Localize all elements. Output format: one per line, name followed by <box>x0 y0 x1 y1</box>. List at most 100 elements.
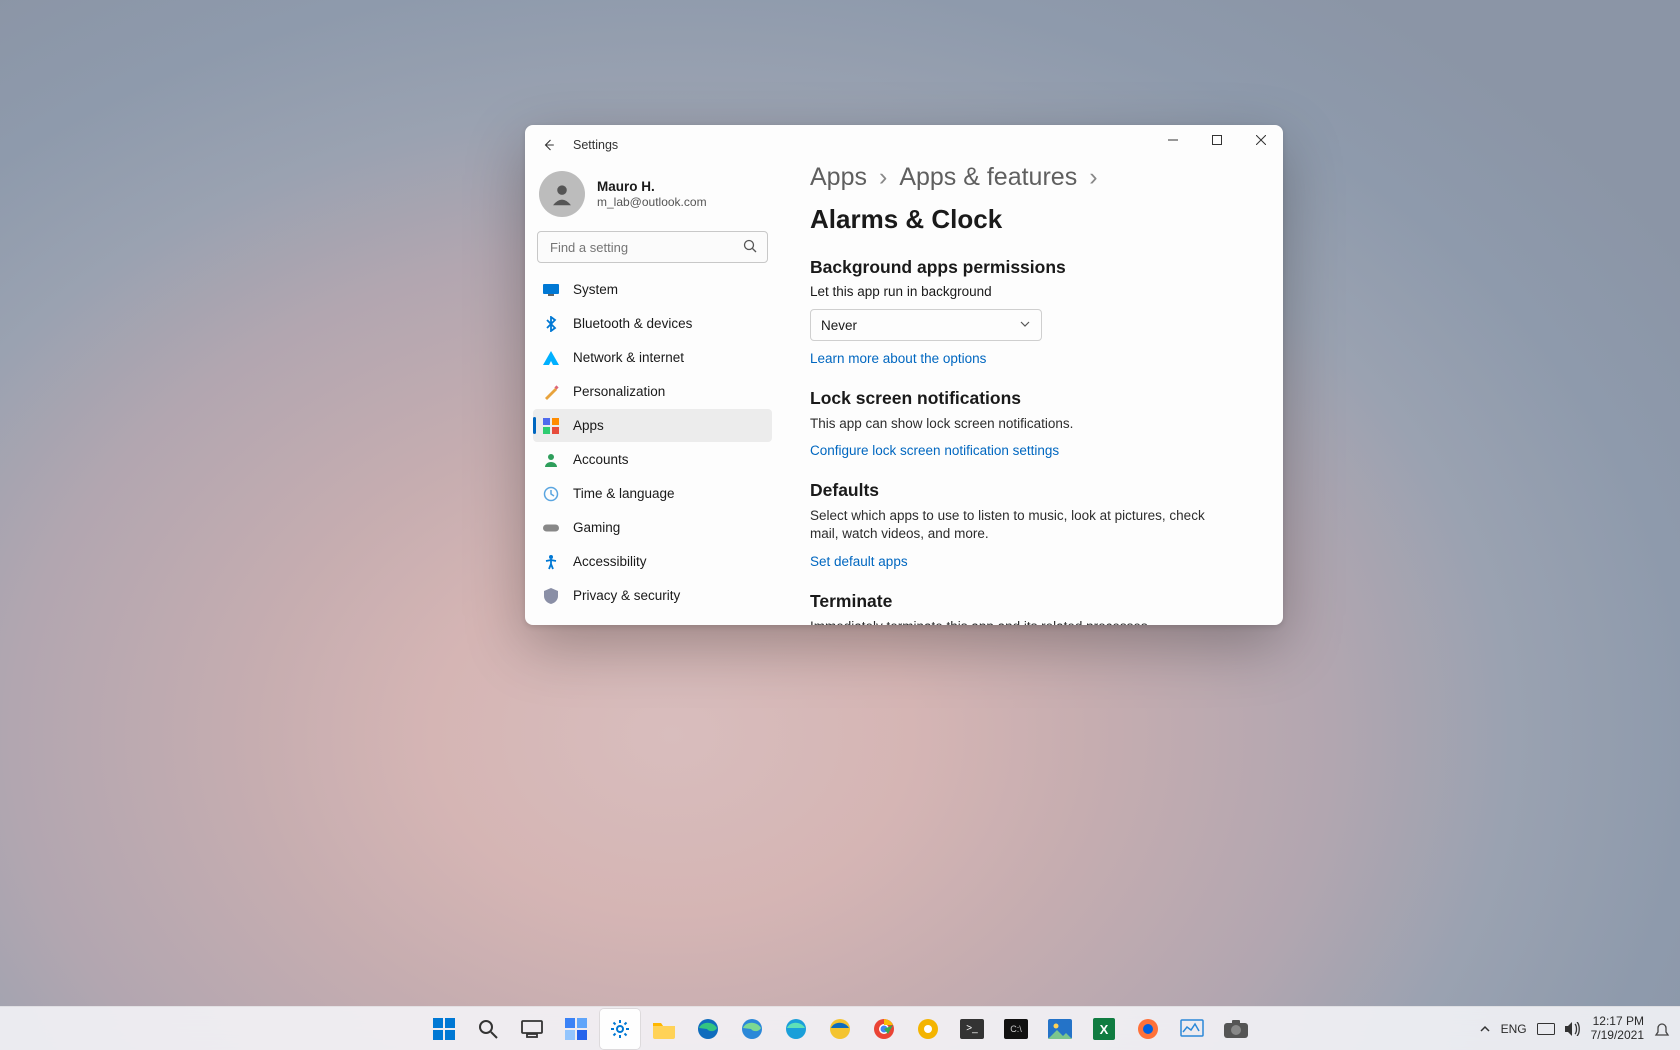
search-box <box>537 231 768 263</box>
tray-keyboard-icon[interactable] <box>1537 1023 1555 1035</box>
tray-chevron-up-icon[interactable] <box>1479 1023 1491 1035</box>
desc-terminate: Immediately terminate this app and its r… <box>810 618 1253 625</box>
camera-icon <box>1223 1016 1249 1042</box>
nav-item-personalization[interactable]: Personalization <box>533 375 772 408</box>
maximize-button[interactable] <box>1195 125 1239 155</box>
dropdown-value: Never <box>821 318 857 333</box>
back-arrow-icon <box>541 137 557 153</box>
nav-label: System <box>573 282 618 297</box>
task-view-button[interactable] <box>512 1009 552 1049</box>
search-icon <box>475 1016 501 1042</box>
nav-label: Bluetooth & devices <box>573 316 692 331</box>
nav-item-accessibility[interactable]: Accessibility <box>533 545 772 578</box>
sidebar: Mauro H. m_lab@outlook.com System Blueto… <box>525 165 780 625</box>
chevron-right-icon: › <box>1089 165 1097 192</box>
search-input[interactable] <box>537 231 768 263</box>
breadcrumb-level2[interactable]: Apps & features <box>899 165 1077 192</box>
system-icon <box>543 282 559 298</box>
heading-defaults: Defaults <box>810 480 1253 501</box>
profile-block[interactable]: Mauro H. m_lab@outlook.com <box>533 171 772 225</box>
dropdown-run-in-background[interactable]: Never <box>810 309 1042 341</box>
minimize-button[interactable] <box>1151 125 1195 155</box>
nav-label: Personalization <box>573 384 665 399</box>
window-title: Settings <box>573 138 618 152</box>
nav-item-system[interactable]: System <box>533 273 772 306</box>
tray-notifications-icon[interactable] <box>1654 1021 1670 1037</box>
nav-item-bluetooth[interactable]: Bluetooth & devices <box>533 307 772 340</box>
system-tray: ENG 12:17 PM 7/19/2021 <box>1479 1007 1674 1050</box>
widgets-icon <box>563 1016 589 1042</box>
link-set-default-apps[interactable]: Set default apps <box>810 554 908 569</box>
close-icon <box>1256 135 1266 145</box>
taskbar-app-photos[interactable] <box>1040 1009 1080 1049</box>
tray-volume-icon[interactable] <box>1565 1022 1581 1036</box>
nav-label: Apps <box>573 418 604 433</box>
accounts-icon <box>543 452 559 468</box>
firefox-icon <box>1135 1016 1161 1042</box>
avatar <box>539 171 585 217</box>
privacy-icon <box>543 588 559 604</box>
chevron-right-icon: › <box>879 165 887 192</box>
nav-item-apps[interactable]: Apps <box>533 409 772 442</box>
taskbar-app-chrome[interactable] <box>864 1009 904 1049</box>
nav-label: Privacy & security <box>573 588 680 603</box>
taskbar-app-excel[interactable]: X <box>1084 1009 1124 1049</box>
profile-email: m_lab@outlook.com <box>597 195 707 209</box>
photos-icon <box>1047 1016 1073 1042</box>
taskbar-app-edge-canary[interactable] <box>820 1009 860 1049</box>
breadcrumb-level1[interactable]: Apps <box>810 165 867 192</box>
nav-item-accounts[interactable]: Accounts <box>533 443 772 476</box>
taskbar-app-firefox[interactable] <box>1128 1009 1168 1049</box>
nav-item-gaming[interactable]: Gaming <box>533 511 772 544</box>
profile-name: Mauro H. <box>597 179 707 195</box>
close-button[interactable] <box>1239 125 1283 155</box>
maximize-icon <box>1212 135 1222 145</box>
nav-item-network[interactable]: Network & internet <box>533 341 772 374</box>
taskbar-app-explorer[interactable] <box>644 1009 684 1049</box>
windows-icon <box>431 1016 457 1042</box>
gaming-icon <box>543 520 559 536</box>
taskbar-app-monitor[interactable] <box>1172 1009 1212 1049</box>
taskbar-app-chrome-canary[interactable] <box>908 1009 948 1049</box>
gear-icon <box>607 1016 633 1042</box>
cmd-icon: C:\ <box>1004 1019 1028 1039</box>
heading-terminate: Terminate <box>810 591 1253 612</box>
time-icon <box>543 486 559 502</box>
accessibility-icon <box>543 554 559 570</box>
search-button[interactable] <box>468 1009 508 1049</box>
nav-label: Gaming <box>573 520 620 535</box>
nav-label: Accessibility <box>573 554 647 569</box>
back-button[interactable] <box>531 129 567 161</box>
desc-lock-screen: This app can show lock screen notificati… <box>810 415 1253 433</box>
taskbar-app-settings[interactable] <box>600 1009 640 1049</box>
heading-lock-screen: Lock screen notifications <box>810 388 1253 409</box>
nav-item-privacy[interactable]: Privacy & security <box>533 579 772 612</box>
tray-language[interactable]: ENG <box>1501 1022 1527 1036</box>
nav-item-time[interactable]: Time & language <box>533 477 772 510</box>
search-icon <box>742 238 758 259</box>
taskbar-app-edge-dev[interactable] <box>732 1009 772 1049</box>
taskbar-app-cmd[interactable]: C:\ <box>996 1009 1036 1049</box>
taskbar-app-terminal[interactable]: >_ <box>952 1009 992 1049</box>
link-learn-more[interactable]: Learn more about the options <box>810 351 986 366</box>
edge-canary-icon <box>827 1016 853 1042</box>
taskbar-center: >_ C:\ X <box>424 1009 1256 1049</box>
breadcrumb-level3: Alarms & Clock <box>810 204 1002 235</box>
edge-icon <box>695 1016 721 1042</box>
minimize-icon <box>1168 135 1178 145</box>
titlebar: Settings <box>525 125 1283 165</box>
widgets-button[interactable] <box>556 1009 596 1049</box>
taskbar-app-edge[interactable] <box>688 1009 728 1049</box>
taskbar-app-camera[interactable] <box>1216 1009 1256 1049</box>
svg-text:X: X <box>1100 1022 1109 1037</box>
heading-bg-perms: Background apps permissions <box>810 257 1253 278</box>
chevron-down-icon <box>1019 318 1031 333</box>
link-configure-lock-screen[interactable]: Configure lock screen notification setti… <box>810 443 1059 458</box>
tray-clock[interactable]: 12:17 PM 7/19/2021 <box>1591 1015 1644 1043</box>
edge-beta-icon <box>783 1016 809 1042</box>
folder-icon <box>651 1016 677 1042</box>
network-icon <box>543 350 559 366</box>
nav-label: Network & internet <box>573 350 684 365</box>
start-button[interactable] <box>424 1009 464 1049</box>
taskbar-app-edge-beta[interactable] <box>776 1009 816 1049</box>
